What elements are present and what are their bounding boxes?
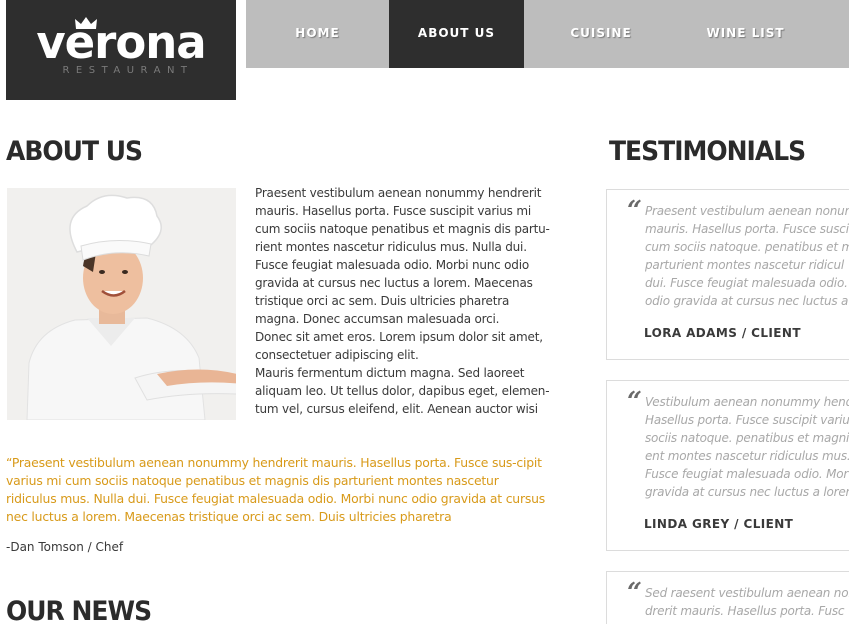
logo-subtitle: RESTAURANT xyxy=(62,65,194,76)
news-heading: OUR NEWS xyxy=(6,595,152,624)
about-heading: ABOUT US xyxy=(6,135,143,167)
quote-author: -Dan Tomson / Chef xyxy=(6,540,124,554)
quote-icon: “ xyxy=(627,196,642,226)
about-body-text: Praesent vestibulum aenean nonummy hendr… xyxy=(255,184,555,418)
testimonial-author: LORA ADAMS / CLIENT xyxy=(644,326,801,340)
testimonial-card: “ Praesent vestibulum aenean nonum mauri… xyxy=(606,189,849,360)
testimonial-text: Sed raesent vestibulum aenean non drerit… xyxy=(645,586,849,618)
page: verona RESTAURANT HOME ABOUT US CUISINE … xyxy=(0,0,849,624)
testimonial-card: “ Vestibulum aenean nonummy hend Hasellu… xyxy=(606,380,849,551)
nav-item-home[interactable]: HOME xyxy=(246,0,389,68)
nav-item-about-us[interactable]: ABOUT US xyxy=(389,0,524,68)
nav-item-cuisine[interactable]: CUISINE xyxy=(524,0,678,68)
logo[interactable]: verona RESTAURANT xyxy=(6,0,236,100)
about-paragraph: Mauris fermentum dictum magna. Sed laore… xyxy=(255,366,550,416)
about-paragraph: Donec sit amet eros. Lorem ipsum dolor s… xyxy=(255,330,543,362)
quote-icon: “ xyxy=(627,387,642,417)
nav-item-wine-list[interactable]: WINE LIST xyxy=(678,0,813,68)
about-paragraph: Praesent vestibulum aenean nonummy hendr… xyxy=(255,186,550,326)
quote-icon: “ xyxy=(627,578,642,608)
chef-photo xyxy=(7,188,236,420)
chef-illustration xyxy=(7,188,236,420)
about-quote: “Praesent vestibulum aenean nonummy hend… xyxy=(6,455,546,524)
testimonials-heading: TESTIMONIALS xyxy=(609,135,806,167)
testimonial-text: Praesent vestibulum aenean nonum mauris.… xyxy=(645,204,849,308)
testimonial-text: Vestibulum aenean nonummy hend Hasellus … xyxy=(645,395,849,499)
testimonial-card: “ Sed raesent vestibulum aenean non drer… xyxy=(606,571,849,624)
main-nav: HOME ABOUT US CUISINE WINE LIST xyxy=(246,0,849,68)
logo-name: verona xyxy=(36,16,206,69)
testimonial-author: LINDA GREY / CLIENT xyxy=(644,517,794,531)
